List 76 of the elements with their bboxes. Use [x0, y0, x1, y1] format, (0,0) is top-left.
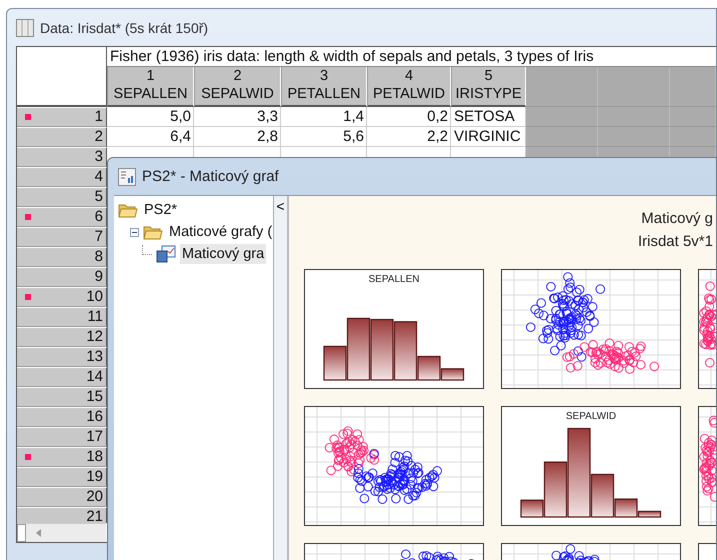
row-header[interactable]: 18 — [17, 447, 107, 467]
row-header[interactable]: 6 — [17, 207, 107, 227]
row-header[interactable]: 10 — [17, 287, 107, 307]
plot-label: SEPALWID — [564, 411, 618, 422]
chart-title: Maticový g — [640, 209, 714, 229]
row-header[interactable]: 7 — [17, 227, 107, 247]
row-header[interactable]: 14 — [17, 367, 107, 387]
tree-item[interactable]: Maticový gra — [180, 244, 266, 264]
row-number: 9 — [94, 268, 103, 286]
table-cell: 1,4 — [281, 107, 367, 127]
row-header[interactable]: 21 — [17, 507, 107, 523]
row-header[interactable]: 12 — [17, 327, 107, 347]
row-number: 12 — [86, 328, 103, 346]
chart-subtitle: Irisdat 5v*1 — [636, 232, 714, 252]
row-number: 3 — [94, 148, 103, 166]
table-cell: VIRGINIC — [451, 127, 526, 147]
row-header[interactable]: 2 — [17, 127, 107, 147]
table-cell: SETOSA — [451, 107, 526, 127]
table-cell: 0,2 — [367, 107, 451, 127]
row-number: 5 — [94, 188, 103, 206]
row-number: 8 — [94, 248, 103, 266]
column-header[interactable]: 2 SEPALWID — [194, 67, 281, 107]
tree-item[interactable]: PS2* — [142, 200, 180, 220]
row-number: 7 — [94, 228, 103, 246]
scroll-left-icon[interactable] — [36, 529, 42, 537]
column-header[interactable]: 1 SEPALLEN — [107, 67, 194, 107]
row-header[interactable]: 15 — [17, 387, 107, 407]
row-header[interactable]: 3 — [17, 147, 107, 167]
row-number: 14 — [86, 368, 103, 386]
row-number: 13 — [86, 348, 103, 366]
table-icon — [16, 18, 34, 36]
row-number: 11 — [87, 308, 103, 326]
row-number: 6 — [94, 208, 103, 226]
window-title: Data: Irisdat* (5s krát 150ř) — [40, 20, 208, 36]
table-cell: 5,6 — [281, 127, 367, 147]
row-number: 21 — [86, 508, 103, 523]
column-header[interactable]: 5 IRISTYPE — [451, 67, 526, 107]
row-number: 18 — [86, 448, 103, 466]
chart-icon — [156, 245, 176, 263]
table-cell: 2,2 — [367, 127, 451, 147]
scrollbar-thumb[interactable] — [17, 524, 26, 542]
row-header[interactable]: 19 — [17, 467, 107, 487]
window-title: PS2* - Maticový graf — [142, 168, 279, 185]
row-number: 1 — [94, 108, 103, 126]
row-header[interactable]: 9 — [17, 267, 107, 287]
table-cell: 2,8 — [194, 127, 281, 147]
row-header[interactable]: 1 — [17, 107, 107, 127]
collapse-icon[interactable] — [130, 228, 139, 236]
row-number: 2 — [94, 128, 103, 146]
row-number: 19 — [86, 468, 103, 486]
table-cell: 6,4 — [107, 127, 194, 147]
row-header[interactable]: 5 — [17, 187, 107, 207]
row-header[interactable]: 20 — [17, 487, 107, 507]
folder-icon — [143, 224, 163, 240]
folder-icon — [118, 202, 138, 218]
row-header[interactable]: 8 — [17, 247, 107, 267]
table-cell: 3,3 — [194, 107, 281, 127]
document-icon — [118, 168, 136, 186]
row-number: 20 — [86, 488, 103, 506]
column-header[interactable]: 4 PETALWID — [367, 67, 451, 107]
row-header[interactable]: 16 — [17, 407, 107, 427]
row-number: 16 — [86, 408, 103, 426]
row-header[interactable]: 4 — [17, 167, 107, 187]
histogram-bar — [370, 318, 394, 381]
table-cell: 5,0 — [107, 107, 194, 127]
scrollbar[interactable] — [17, 523, 106, 542]
row-header[interactable]: 13 — [17, 347, 107, 367]
tree-item[interactable]: Maticové grafy (I — [167, 222, 273, 242]
row-number: 4 — [94, 168, 103, 186]
row-number: 17 — [86, 428, 103, 446]
plot-label: SEPALLEN — [368, 274, 420, 285]
row-number: 15 — [86, 388, 103, 406]
row-number: 10 — [86, 288, 103, 306]
row-header[interactable]: 17 — [17, 427, 107, 447]
row-header[interactable]: 11 — [17, 307, 107, 327]
column-header[interactable]: 3 PETALLEN — [281, 67, 367, 107]
